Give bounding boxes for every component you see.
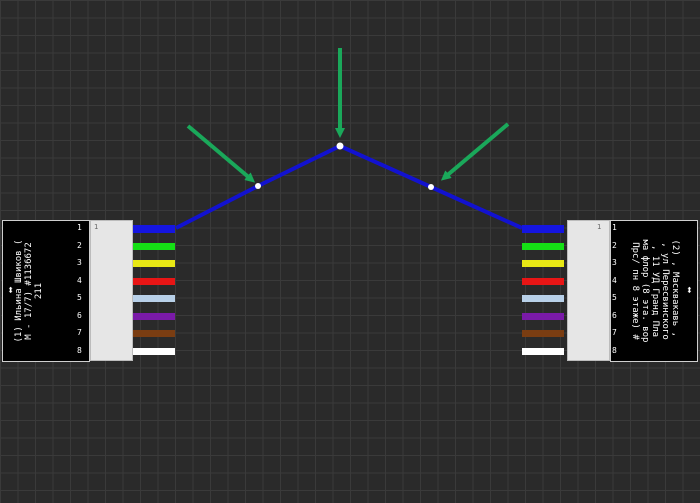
- left-pin-number: 2: [77, 240, 82, 250]
- right-connector-pin: 1: [597, 223, 602, 231]
- left-connector[interactable]: 1: [90, 220, 133, 361]
- right-pin-number: 4: [612, 275, 617, 285]
- right-wire-4[interactable]: [522, 277, 564, 285]
- left-wire-7[interactable]: [133, 330, 175, 337]
- right-wire-8[interactable]: [522, 347, 564, 355]
- bend-point-right[interactable]: [428, 184, 434, 190]
- left-pin-number: 4: [77, 275, 82, 285]
- right-pin-number: 7: [612, 328, 617, 337]
- right-pin-number: 5: [612, 293, 617, 302]
- right-pin-number: 1: [612, 223, 617, 232]
- right-wire-7[interactable]: [522, 330, 564, 337]
- updown-arrow-icon[interactable]: ⬍: [686, 284, 693, 296]
- bend-point-top[interactable]: [336, 142, 344, 150]
- left-wire-1[interactable]: [133, 225, 175, 233]
- left-cable-text: (1) Ильина Швиков ( М - 17/7) #1136672 2…: [14, 239, 44, 343]
- left-wire-6[interactable]: [133, 312, 175, 320]
- right-wire-1[interactable]: [522, 225, 564, 233]
- left-pin-number: 8: [77, 345, 82, 355]
- left-pin-number: 3: [77, 258, 82, 267]
- left-wire-3[interactable]: [133, 260, 175, 267]
- right-wire-3[interactable]: [522, 260, 564, 267]
- left-wire-5[interactable]: [133, 295, 175, 302]
- left-pin-number: 7: [77, 328, 82, 337]
- right-connector[interactable]: 1: [567, 220, 610, 361]
- pointer-arrow-left: [186, 124, 256, 183]
- right-pin-number: 6: [612, 310, 617, 320]
- right-pin-number: 2: [612, 240, 617, 250]
- right-pin-number: 8: [612, 345, 617, 355]
- right-wire-6[interactable]: [522, 312, 564, 320]
- left-pin-number: 6: [77, 310, 82, 320]
- right-wire-5[interactable]: [522, 295, 564, 302]
- right-cable-label[interactable]: ⬍ (2) , Масквакавь , , ул Пересвинского …: [610, 220, 698, 362]
- left-connector-pin: 1: [94, 223, 99, 231]
- left-wire-2[interactable]: [133, 242, 175, 250]
- left-wire-8[interactable]: [133, 347, 175, 355]
- right-pin-number: 3: [612, 258, 617, 267]
- left-wire-4[interactable]: [133, 277, 175, 285]
- left-pin-number: 5: [77, 293, 82, 302]
- right-cable-text: (2) , Масквакавь , , ул Пересвинского , …: [630, 239, 680, 343]
- left-cable-label[interactable]: ⬍ (1) Ильина Швиков ( М - 17/7) #1136672…: [2, 220, 90, 362]
- left-pin-number: 1: [77, 223, 82, 232]
- right-wire-2[interactable]: [522, 242, 564, 250]
- pointer-arrow-right: [440, 122, 510, 181]
- bend-point-left[interactable]: [255, 183, 261, 189]
